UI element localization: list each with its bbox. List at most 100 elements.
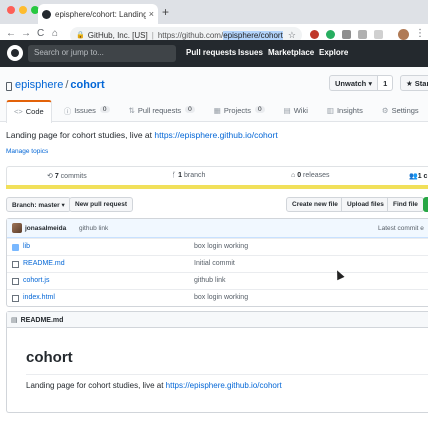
tab-settings[interactable]: ⚙ Settings	[375, 100, 426, 122]
issue-icon: ⓘ	[63, 107, 72, 116]
code-icon: <>	[14, 107, 23, 116]
create-new-file-button[interactable]: Create new file	[286, 197, 344, 212]
readme-header-label: README.md	[20, 317, 64, 324]
file-row-cohort-js[interactable]: cohort.js github link	[7, 272, 428, 289]
file-commit-message[interactable]: Initial commit	[194, 260, 235, 267]
readme-text: Landing page for cohort studies, live at	[26, 381, 166, 390]
readme-divider	[26, 374, 428, 375]
releases-label: releases	[303, 172, 330, 179]
nav-marketplace[interactable]: Marketplace	[268, 48, 314, 57]
minimize-window-button[interactable]	[19, 6, 27, 14]
commit-author-link[interactable]: jonasalmeida	[25, 225, 66, 232]
reload-icon[interactable]: C	[37, 28, 44, 39]
profile-avatar[interactable]	[398, 29, 409, 40]
file-icon	[12, 278, 19, 285]
bookmark-star-icon[interactable]: ☆	[288, 30, 296, 41]
latest-commit-row: jonasalmeida github link Latest commit e	[7, 219, 428, 238]
file-row-lib[interactable]: lib box login working	[7, 238, 428, 255]
repo-title-slash: /	[65, 79, 69, 91]
file-row-index-html[interactable]: index.html box login working	[7, 289, 428, 306]
github-logo-icon[interactable]	[7, 45, 23, 61]
file-list: jonasalmeida github link Latest commit e…	[6, 218, 428, 307]
branch-select-button[interactable]: Branch: master ▾	[6, 197, 71, 212]
new-tab-button[interactable]: +	[162, 5, 169, 19]
releases-stat[interactable]: ⌂ 0 releases	[291, 172, 330, 179]
tab-insights[interactable]: ▥ Insights	[320, 100, 370, 122]
home-icon[interactable]: ⌂	[52, 28, 58, 39]
repo-owner-link[interactable]: episphere	[15, 79, 63, 91]
projects-counter: 0	[254, 106, 265, 113]
new-pull-request-button[interactable]: New pull request	[69, 197, 134, 212]
file-commit-message[interactable]: github link	[194, 277, 226, 284]
extension-icon-red[interactable]	[310, 30, 319, 39]
description-link[interactable]: https://episphere.github.io/cohort	[154, 130, 277, 140]
nav-pull-requests[interactable]: Pull requests	[186, 48, 236, 57]
branches-stat[interactable]: ᚶ 1 branch	[172, 172, 205, 179]
find-file-button[interactable]: Find file	[387, 197, 424, 212]
nav-explore[interactable]: Explore	[319, 48, 348, 57]
file-icon	[12, 295, 19, 302]
watch-count[interactable]: 1	[378, 75, 394, 91]
url-path-selected: episphere/cohort	[223, 30, 283, 40]
project-icon: ▦	[213, 106, 221, 115]
tab-label: Issues	[74, 106, 96, 115]
clone-download-button[interactable]	[423, 197, 428, 212]
tab-issues[interactable]: ⓘ Issues 0	[57, 100, 117, 122]
commits-stat[interactable]: ⟲ 7 commits	[47, 172, 87, 180]
readme-panel: ▤ README.md cohort Landing page for cohor…	[6, 311, 428, 413]
url-host: https://github.com/	[157, 30, 224, 40]
repo-name-link[interactable]: cohort	[70, 79, 104, 91]
forward-icon[interactable]: →	[21, 28, 31, 39]
contributors-stat[interactable]: 👥1 c	[409, 172, 427, 180]
readme-paragraph: Landing page for cohort studies, live at…	[26, 381, 282, 390]
tab-label: Settings	[391, 106, 419, 115]
repo-stats-bar: ⟲ 7 commits ᚶ 1 branch ⌂ 0 releases 👥1 c	[6, 166, 428, 185]
back-icon[interactable]: ←	[6, 28, 16, 39]
releases-count: 0	[297, 172, 302, 179]
file-name-link[interactable]: lib	[23, 243, 30, 250]
file-name-link[interactable]: cohort.js	[23, 277, 49, 284]
extension-icon-gear[interactable]	[358, 30, 367, 39]
extension-icon-gray[interactable]	[342, 30, 351, 39]
lock-icon: 🔒	[76, 32, 85, 39]
tab-close-icon[interactable]: ×	[149, 9, 154, 19]
readme-link[interactable]: https://episphere.github.io/cohort	[166, 381, 282, 390]
tab-label: Projects	[223, 106, 251, 115]
unwatch-button[interactable]: Unwatch ▾	[329, 75, 379, 91]
tab-wiki[interactable]: ▤ Wiki	[277, 100, 315, 122]
file-name-link[interactable]: index.html	[23, 294, 55, 301]
tab-pull-requests[interactable]: ⇅ Pull requests 0	[122, 100, 202, 122]
file-commit-message[interactable]: box login working	[194, 243, 248, 250]
manage-topics-link[interactable]: Manage topics	[6, 148, 48, 155]
tab-projects[interactable]: ▦ Projects 0	[207, 100, 272, 122]
tab-code[interactable]: <> Code	[6, 100, 52, 123]
repo-description: Landing page for cohort studies, live at…	[6, 130, 278, 140]
star-button[interactable]: ★ Star	[400, 75, 428, 91]
extension-icon-doc[interactable]	[374, 30, 383, 39]
tab-label: Insights	[336, 106, 363, 115]
close-window-button[interactable]	[7, 6, 15, 14]
avatar[interactable]	[12, 223, 22, 233]
browser-menu-icon[interactable]: ⋮	[415, 28, 425, 39]
repo-icon	[6, 82, 12, 91]
watch-button-group: Unwatch ▾ 1	[329, 75, 394, 91]
nav-issues[interactable]: Issues	[238, 48, 263, 57]
readme-heading: cohort	[26, 349, 73, 366]
description-text: Landing page for cohort studies, live at	[6, 130, 155, 140]
search-input[interactable]: Search or jump to...	[28, 45, 176, 62]
extension-icon-green[interactable]	[326, 30, 335, 39]
pull-requests-counter: 0	[185, 106, 195, 113]
latest-commit-label: Latest commit e	[378, 225, 424, 232]
repo-title: episphere / cohort	[15, 79, 105, 91]
file-commit-message[interactable]: box login working	[194, 294, 248, 301]
upload-files-button[interactable]: Upload files	[341, 197, 390, 212]
book-icon: ▤	[283, 106, 291, 115]
commit-message-link[interactable]: github link	[79, 225, 108, 232]
browser-tab[interactable]: episphere/cohort: Landing pag ×	[38, 4, 158, 24]
github-header: Search or jump to... Pull requests Issue…	[0, 40, 428, 67]
commits-label: commits	[60, 173, 87, 180]
secure-origin-label: GitHub, Inc. [US]	[87, 30, 148, 40]
file-row-readme[interactable]: README.md Initial commit	[7, 255, 428, 272]
contributors-partial: 1 c	[417, 173, 428, 180]
file-name-link[interactable]: README.md	[23, 260, 65, 267]
